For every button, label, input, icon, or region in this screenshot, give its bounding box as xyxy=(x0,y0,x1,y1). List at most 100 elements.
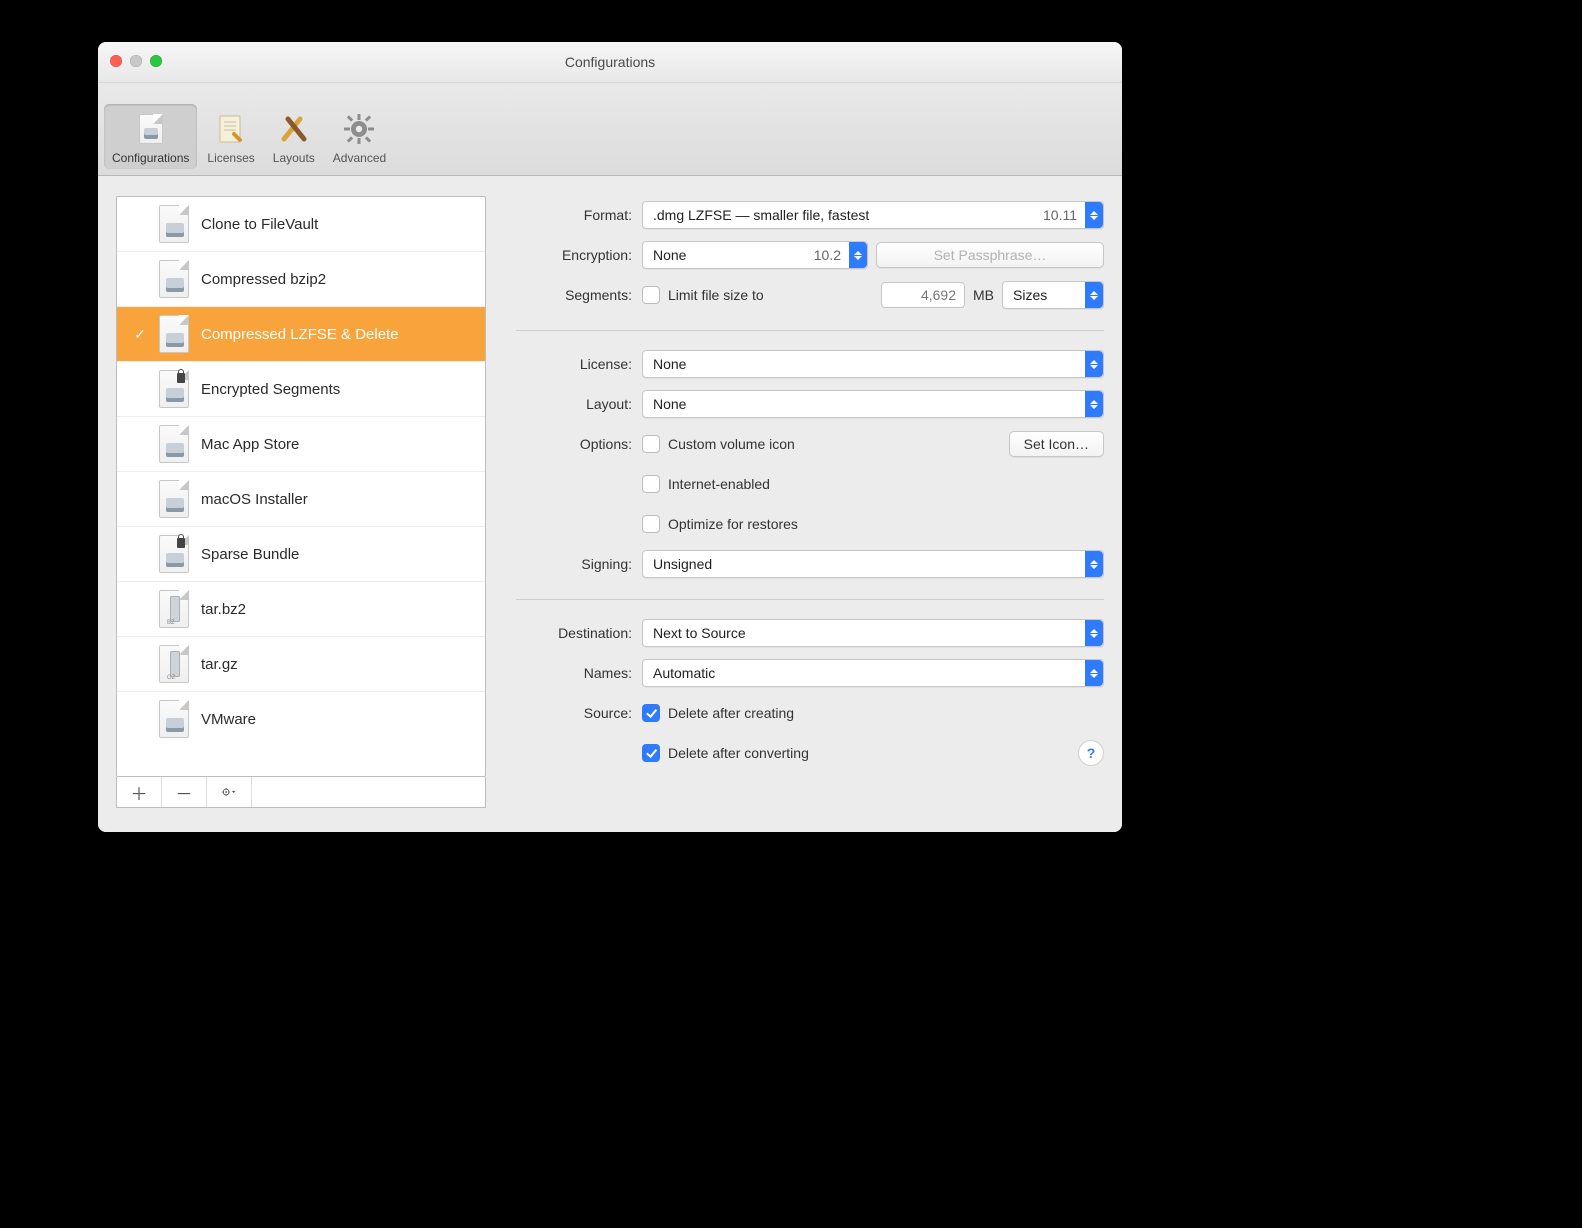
preferences-window: Configurations Configurations Licenses xyxy=(98,42,1122,832)
archive-bz-icon: BZ xyxy=(159,592,189,626)
checkmark-icon: ✓ xyxy=(133,326,147,343)
remove-button[interactable]: － xyxy=(162,777,207,807)
configuration-row-label: VMware xyxy=(201,711,256,728)
checkmark-icon: ✓ xyxy=(133,271,147,288)
chevrons-icon xyxy=(1085,551,1103,577)
sizes-popup[interactable]: Sizes xyxy=(1002,281,1104,309)
configuration-row[interactable]: ✓ Compressed bzip2 xyxy=(117,252,485,307)
chevrons-icon xyxy=(1085,660,1103,686)
disk-icon xyxy=(159,207,189,241)
titlebar: Configurations xyxy=(98,42,1122,83)
options-label: Options: xyxy=(516,436,632,452)
format-popup[interactable]: .dmg LZFSE — smaller file, fastest 10.11 xyxy=(642,201,1104,229)
signing-label: Signing: xyxy=(516,556,632,572)
encryption-popup[interactable]: None 10.2 xyxy=(642,241,868,269)
checkmark-icon: ✓ xyxy=(133,601,147,618)
license-popup[interactable]: None xyxy=(642,350,1104,378)
license-doc-icon xyxy=(212,110,250,148)
configuration-row-label: tar.bz2 xyxy=(201,601,246,618)
checkmark-icon: ✓ xyxy=(133,436,147,453)
disk-locked-icon xyxy=(159,372,189,406)
toolbar-tab-label: Advanced xyxy=(333,151,386,165)
layout-label: Layout: xyxy=(516,396,632,412)
configuration-row[interactable]: ✓ Clone to FileVault xyxy=(117,197,485,252)
delete-after-creating-checkbox[interactable] xyxy=(642,704,660,722)
tools-cross-icon xyxy=(275,110,313,148)
set-passphrase-button[interactable]: Set Passphrase… xyxy=(876,242,1104,268)
configuration-row-label: Compressed bzip2 xyxy=(201,271,326,288)
chevrons-icon xyxy=(1085,620,1103,646)
checkmark-icon: ✓ xyxy=(133,711,147,728)
encryption-label: Encryption: xyxy=(516,247,632,263)
toolbar-tab-label: Layouts xyxy=(273,151,315,165)
set-icon-button[interactable]: Set Icon… xyxy=(1009,431,1104,457)
minimize-button[interactable] xyxy=(130,55,142,67)
chevrons-icon xyxy=(1085,202,1103,228)
toolbar-tab-licenses[interactable]: Licenses xyxy=(199,104,262,169)
action-menu-button[interactable] xyxy=(207,777,252,807)
configuration-row-label: Mac App Store xyxy=(201,436,299,453)
destination-label: Destination: xyxy=(516,625,632,641)
internet-enabled-checkbox[interactable] xyxy=(642,475,660,493)
configuration-row[interactable]: ✓ Mac App Store xyxy=(117,417,485,472)
close-button[interactable] xyxy=(110,55,122,67)
toolbar-tab-advanced[interactable]: Advanced xyxy=(325,104,394,169)
disk-icon xyxy=(159,427,189,461)
names-popup[interactable]: Automatic xyxy=(642,659,1104,687)
limit-file-size-checkbox[interactable] xyxy=(642,286,660,304)
limit-file-size-label: Limit file size to xyxy=(668,287,764,303)
preferences-toolbar: Configurations Licenses Layouts Advanced xyxy=(98,83,1122,176)
configuration-row[interactable]: ✓ macOS Installer xyxy=(117,472,485,527)
chevrons-icon xyxy=(849,242,867,268)
optimize-for-restores-checkbox[interactable] xyxy=(642,515,660,533)
config-page-icon xyxy=(132,110,170,148)
disk-icon xyxy=(159,702,189,736)
configuration-row-label: Sparse Bundle xyxy=(201,546,299,563)
configuration-row-label: Encrypted Segments xyxy=(201,381,340,398)
destination-popup[interactable]: Next to Source xyxy=(642,619,1104,647)
configuration-row[interactable]: ✓ GZ tar.gz xyxy=(117,637,485,692)
segment-size-input[interactable] xyxy=(881,282,965,308)
add-button[interactable]: ＋ xyxy=(117,777,162,807)
configuration-row[interactable]: ✓ Compressed LZFSE & Delete xyxy=(117,307,485,362)
segments-label: Segments: xyxy=(516,287,632,303)
configuration-row[interactable]: ✓ Sparse Bundle xyxy=(117,527,485,582)
configuration-row[interactable]: ✓ BZ tar.bz2 xyxy=(117,582,485,637)
toolbar-tab-label: Licenses xyxy=(207,151,254,165)
configuration-row-label: Clone to FileVault xyxy=(201,216,318,233)
help-button[interactable]: ? xyxy=(1078,740,1104,766)
separator xyxy=(516,330,1104,331)
toolbar-tab-configurations[interactable]: Configurations xyxy=(104,104,197,169)
configuration-row[interactable]: ✓ VMware xyxy=(117,692,485,746)
toolbar-tab-layouts[interactable]: Layouts xyxy=(265,104,323,169)
gear-icon xyxy=(340,110,378,148)
delete-after-converting-checkbox[interactable] xyxy=(642,744,660,762)
separator xyxy=(516,599,1104,600)
configurations-list[interactable]: ✓ Clone to FileVault ✓ Compressed bzip2 ✓ Com… xyxy=(116,196,486,777)
window-title: Configurations xyxy=(98,54,1122,70)
names-label: Names: xyxy=(516,665,632,681)
archive-gz-icon: GZ xyxy=(159,647,189,681)
checkmark-icon: ✓ xyxy=(133,491,147,508)
configuration-row-label: tar.gz xyxy=(201,656,238,673)
configuration-form: Format: .dmg LZFSE — smaller file, faste… xyxy=(516,196,1104,808)
source-label: Source: xyxy=(516,705,632,721)
configuration-row-label: macOS Installer xyxy=(201,491,308,508)
disk-locked-icon xyxy=(159,537,189,571)
window-controls xyxy=(110,55,162,67)
chevrons-icon xyxy=(1085,282,1103,308)
configuration-row[interactable]: ✓ Encrypted Segments xyxy=(117,362,485,417)
chevrons-icon xyxy=(1085,351,1103,377)
checkmark-icon: ✓ xyxy=(133,656,147,673)
checkmark-icon: ✓ xyxy=(133,546,147,563)
segment-size-unit: MB xyxy=(973,287,994,303)
chevrons-icon xyxy=(1085,391,1103,417)
checkmark-icon: ✓ xyxy=(133,381,147,398)
checkmark-icon: ✓ xyxy=(133,216,147,233)
custom-volume-icon-checkbox[interactable] xyxy=(642,435,660,453)
zoom-button[interactable] xyxy=(150,55,162,67)
layout-popup[interactable]: None xyxy=(642,390,1104,418)
format-label: Format: xyxy=(516,207,632,223)
signing-popup[interactable]: Unsigned xyxy=(642,550,1104,578)
configuration-row-label: Compressed LZFSE & Delete xyxy=(201,326,399,343)
